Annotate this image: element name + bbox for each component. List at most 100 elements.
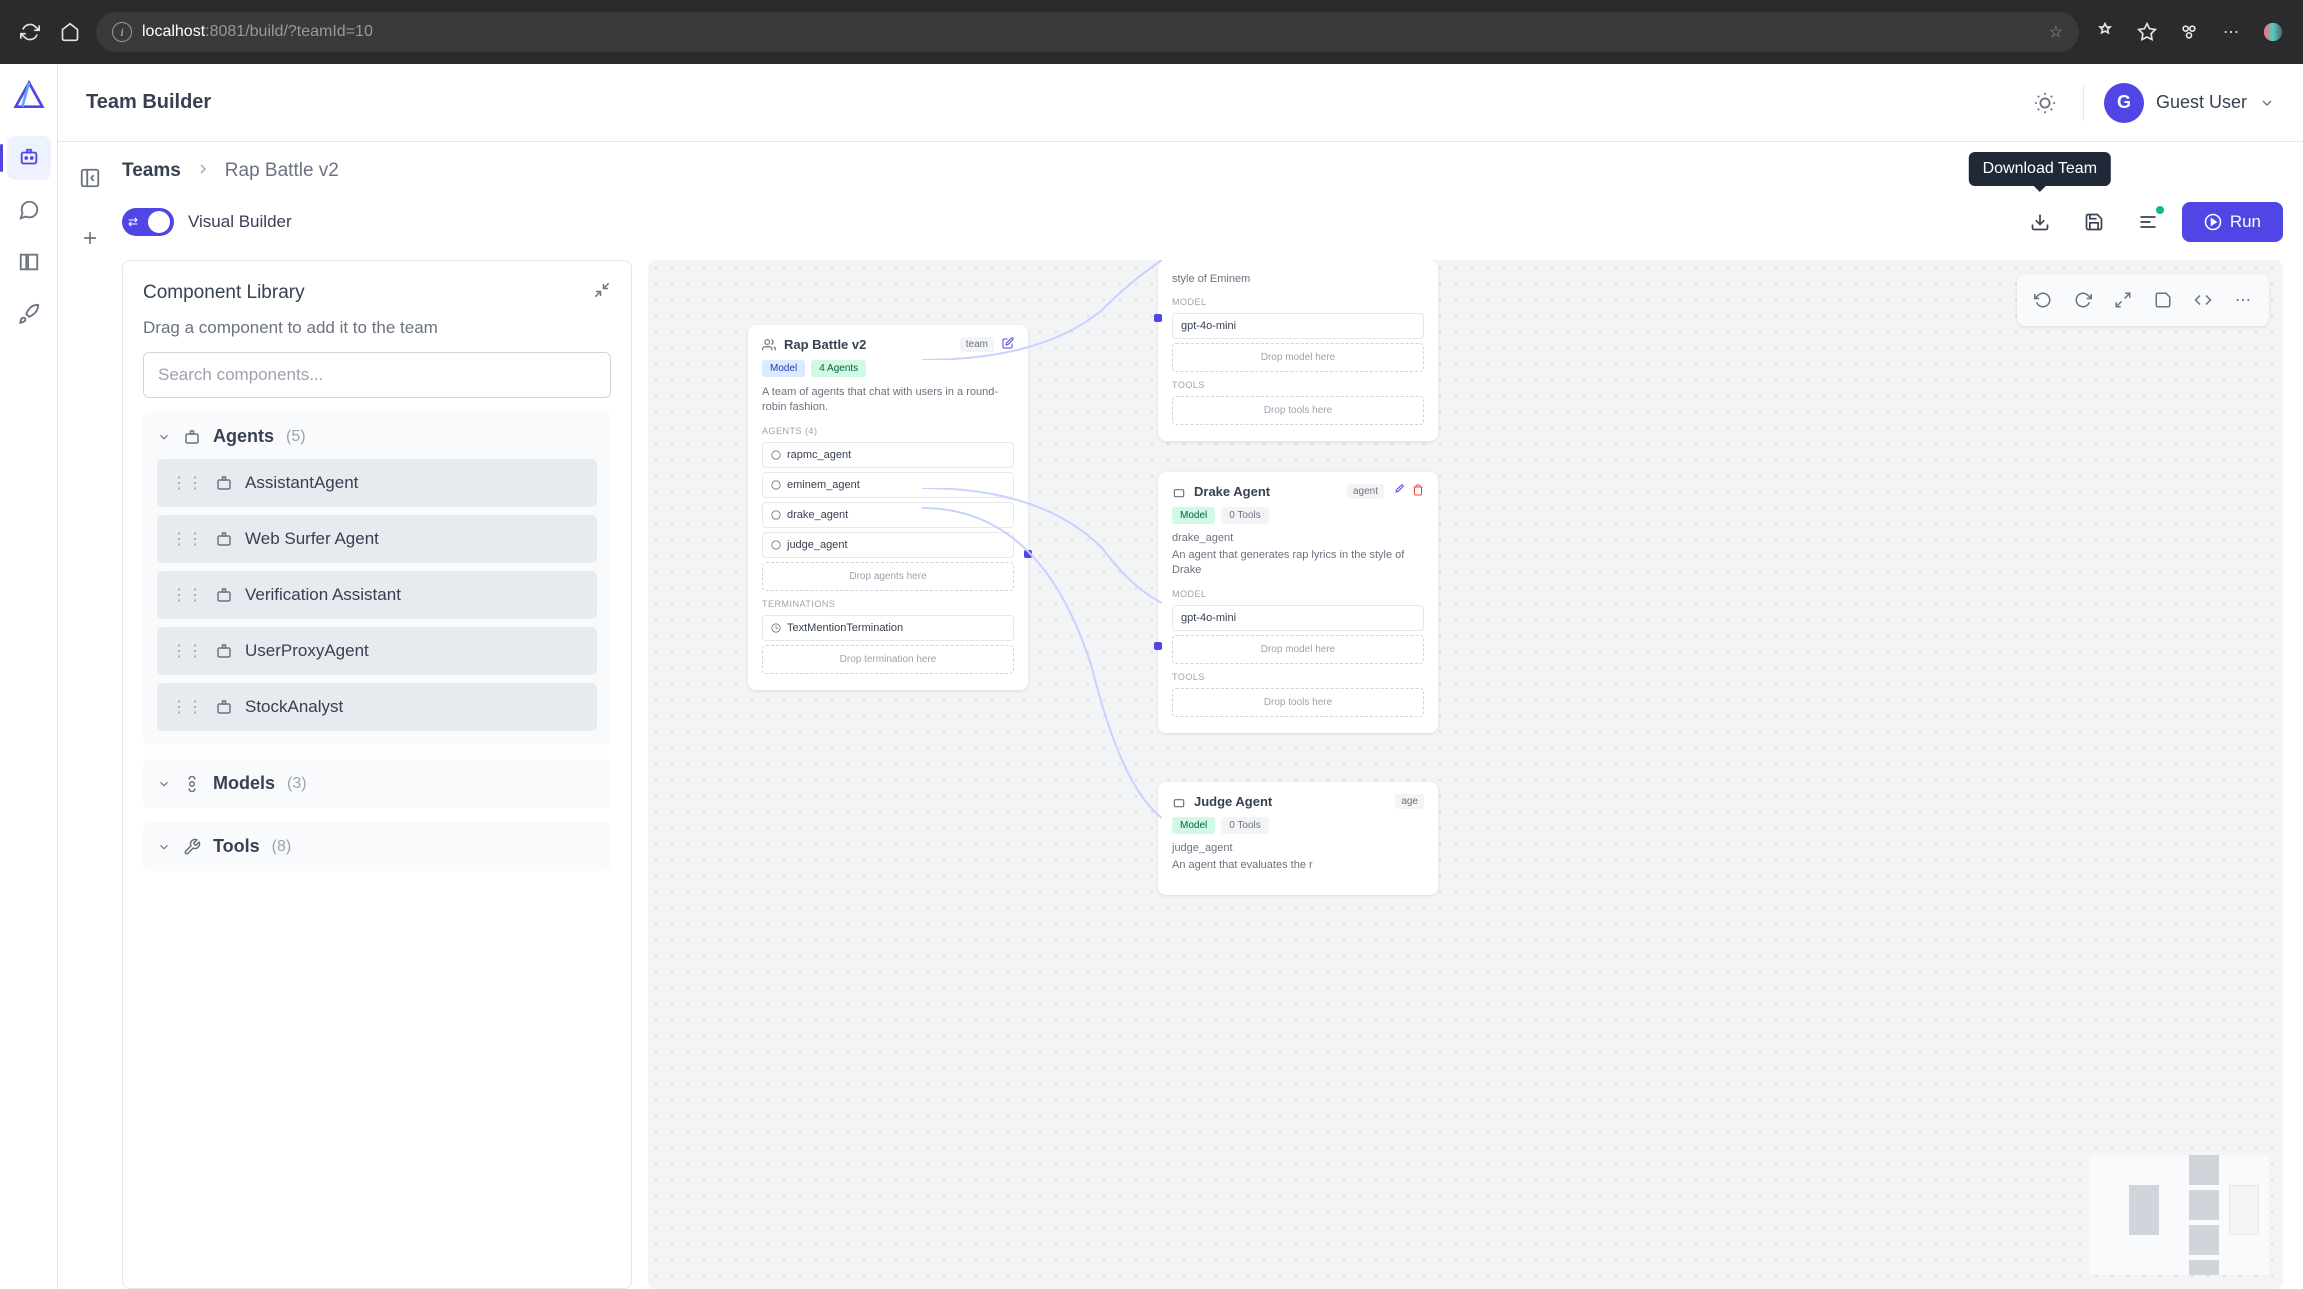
agent-item[interactable]: drake_agent xyxy=(762,502,1014,528)
add-button[interactable] xyxy=(72,220,108,256)
section-count: (8) xyxy=(272,838,292,856)
drop-tools-zone[interactable]: Drop tools here xyxy=(1172,688,1424,717)
node-badge: agent xyxy=(1347,484,1384,499)
fullscreen-icon[interactable] xyxy=(2105,282,2141,318)
redo-icon[interactable] xyxy=(2065,282,2101,318)
grip-icon: ⋮⋮ xyxy=(171,641,203,661)
search-input[interactable] xyxy=(143,352,611,398)
undo-icon[interactable] xyxy=(2025,282,2061,318)
star-icon[interactable]: ☆ xyxy=(2049,22,2063,42)
robot-icon xyxy=(183,428,201,446)
library-item[interactable]: ⋮⋮Web Surfer Agent xyxy=(157,515,597,563)
sidebar-toggle-icon[interactable] xyxy=(72,160,108,196)
library-item-label: StockAnalyst xyxy=(245,697,343,717)
agent-item[interactable]: eminem_agent xyxy=(762,472,1014,498)
save-canvas-icon[interactable] xyxy=(2145,282,2181,318)
section-header-models[interactable]: Models (3) xyxy=(157,773,597,794)
visual-builder-toggle[interactable]: ⇄ xyxy=(122,208,174,236)
edit-icon[interactable] xyxy=(1002,337,1014,352)
drake-agent-node[interactable]: Drake Agent agent Model 0 Tools drake_ag… xyxy=(1158,472,1438,733)
pill-model: Model xyxy=(762,360,805,377)
grip-icon: ⋮⋮ xyxy=(171,473,203,493)
collections-icon[interactable] xyxy=(2175,18,2203,46)
library-item-label: UserProxyAgent xyxy=(245,641,369,661)
drop-agents-zone[interactable]: Drop agents here xyxy=(762,562,1014,591)
collapse-icon[interactable] xyxy=(593,281,611,304)
pill-agents: 4 Agents xyxy=(811,360,866,377)
library-item[interactable]: ⋮⋮Verification Assistant xyxy=(157,571,597,619)
side-column xyxy=(58,142,122,1289)
download-button[interactable]: Download Team xyxy=(2020,202,2060,242)
canvas[interactable]: ⋯ Rap Battle v2 team xyxy=(648,260,2283,1289)
code-icon[interactable] xyxy=(2185,282,2221,318)
model-label: MODEL xyxy=(1172,297,1424,307)
library-item[interactable]: ⋮⋮ UserProxyAgent xyxy=(157,627,597,675)
favorites-icon[interactable] xyxy=(2133,18,2161,46)
section-title: Models xyxy=(213,773,275,794)
app-logo[interactable] xyxy=(9,76,49,116)
drop-model-zone[interactable]: Drop model here xyxy=(1172,635,1424,664)
node-agent-name: drake_agent xyxy=(1172,532,1424,544)
pill-tools: 0 Tools xyxy=(1221,507,1269,524)
browser-chrome: i localhost:8081/build/?teamId=10 ☆ ⋯ xyxy=(0,0,2303,64)
delete-icon[interactable] xyxy=(1412,484,1424,499)
node-title: Drake Agent xyxy=(1194,484,1270,499)
toggle-label: Visual Builder xyxy=(188,212,292,232)
rail-gallery-icon[interactable] xyxy=(7,240,51,284)
url-text: localhost:8081/build/?teamId=10 xyxy=(142,23,373,41)
edit-icon[interactable] xyxy=(1392,484,1404,499)
connector[interactable] xyxy=(1154,642,1162,650)
drop-termination-zone[interactable]: Drop termination here xyxy=(762,645,1014,674)
robot-icon xyxy=(215,530,233,548)
url-bar[interactable]: i localhost:8081/build/?teamId=10 ☆ xyxy=(96,12,2079,52)
node-badge: team xyxy=(960,337,994,352)
library-hint: Drag a component to add it to the team xyxy=(143,318,611,338)
copilot-icon[interactable] xyxy=(2259,18,2287,46)
rail-chat-icon[interactable] xyxy=(7,188,51,232)
user-menu[interactable]: G Guest User xyxy=(2104,83,2275,123)
node-description: A team of agents that chat with users in… xyxy=(762,385,1014,416)
left-rail xyxy=(0,64,58,1289)
section-count: (3) xyxy=(287,775,307,793)
users-icon xyxy=(762,338,776,352)
model-item[interactable]: gpt-4o-mini xyxy=(1172,313,1424,339)
library-item[interactable]: ⋮⋮AssistantAgent xyxy=(157,459,597,507)
avatar: G xyxy=(2104,83,2144,123)
toggle-icon: ⇄ xyxy=(128,215,138,229)
rail-deploy-icon[interactable] xyxy=(7,292,51,336)
team-node[interactable]: Rap Battle v2 team Model 4 Agents A team… xyxy=(748,325,1028,690)
model-item[interactable]: gpt-4o-mini xyxy=(1172,605,1424,631)
library-section-models: Models (3) xyxy=(143,759,611,808)
connector[interactable] xyxy=(1154,314,1162,322)
component-library-panel: Component Library Drag a component to ad… xyxy=(122,260,632,1289)
more-canvas-icon[interactable]: ⋯ xyxy=(2225,282,2261,318)
judge-agent-node[interactable]: Judge Agent age Model 0 Tools judge_agen… xyxy=(1158,782,1438,895)
save-button[interactable] xyxy=(2074,202,2114,242)
library-title: Component Library xyxy=(143,282,305,304)
validate-button[interactable] xyxy=(2128,202,2168,242)
library-item[interactable]: ⋮⋮ StockAnalyst xyxy=(157,683,597,731)
section-header-tools[interactable]: Tools (8) xyxy=(157,836,597,857)
download-tooltip: Download Team xyxy=(1969,152,2111,186)
drop-tools-zone[interactable]: Drop tools here xyxy=(1172,396,1424,425)
browser-refresh-icon[interactable] xyxy=(16,18,44,46)
rail-build-icon[interactable] xyxy=(7,136,51,180)
agent-item[interactable]: rapmc_agent xyxy=(762,442,1014,468)
agent-item[interactable]: judge_agent xyxy=(762,532,1014,558)
breadcrumb-root[interactable]: Teams xyxy=(122,160,181,182)
breadcrumb-current: Rap Battle v2 xyxy=(225,160,339,182)
eminem-agent-node[interactable]: style of Eminem MODEL gpt-4o-mini Drop m… xyxy=(1158,260,1438,441)
extensions-icon[interactable] xyxy=(2091,18,2119,46)
minimap[interactable] xyxy=(2089,1155,2269,1275)
info-icon: i xyxy=(112,22,132,42)
run-button[interactable]: Run xyxy=(2182,202,2283,242)
browser-home-icon[interactable] xyxy=(56,18,84,46)
section-header-agents[interactable]: Agents (5) xyxy=(157,426,597,447)
theme-toggle-icon[interactable] xyxy=(2027,85,2063,121)
more-icon[interactable]: ⋯ xyxy=(2217,18,2245,46)
connector[interactable] xyxy=(1024,550,1032,558)
drop-model-zone[interactable]: Drop model here xyxy=(1172,343,1424,372)
grip-icon: ⋮⋮ xyxy=(171,697,203,717)
pill-model: Model xyxy=(1172,507,1215,524)
termination-item[interactable]: TextMentionTermination xyxy=(762,615,1014,641)
